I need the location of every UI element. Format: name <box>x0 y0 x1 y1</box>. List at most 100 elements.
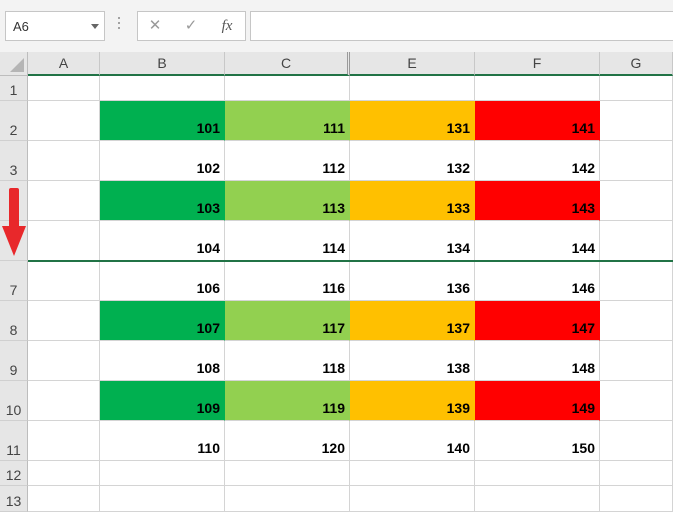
cell[interactable] <box>28 261 100 301</box>
row-header-1[interactable]: 1 <box>0 76 28 101</box>
column-header-e[interactable]: E <box>350 52 475 76</box>
cell[interactable]: 143 <box>475 181 600 221</box>
cell-value: 113 <box>322 200 345 216</box>
select-all-corner[interactable] <box>0 52 28 76</box>
cell[interactable]: 148 <box>475 341 600 381</box>
cell[interactable] <box>600 486 673 512</box>
row-header-3[interactable]: 3 <box>0 141 28 181</box>
cell[interactable] <box>225 76 350 101</box>
row-header-label: 13 <box>5 493 22 509</box>
cell[interactable] <box>475 76 600 101</box>
cell[interactable] <box>600 301 673 341</box>
cell[interactable]: 144 <box>475 221 600 261</box>
cell[interactable] <box>600 341 673 381</box>
cell[interactable] <box>28 76 100 101</box>
cell[interactable]: 116 <box>225 261 350 301</box>
cell[interactable]: 134 <box>350 221 475 261</box>
chevron-down-icon[interactable] <box>91 24 99 29</box>
cell-value: 107 <box>196 320 220 336</box>
cell[interactable]: 118 <box>225 341 350 381</box>
cell[interactable] <box>475 461 600 486</box>
cell[interactable]: 147 <box>475 301 600 341</box>
cell[interactable] <box>28 341 100 381</box>
cell[interactable] <box>28 101 100 141</box>
cell[interactable] <box>28 381 100 421</box>
column-header-c[interactable]: C <box>225 52 350 76</box>
cell[interactable]: 101 <box>100 101 225 141</box>
row-header-2[interactable]: 2 <box>0 101 28 141</box>
cell[interactable]: 149 <box>475 381 600 421</box>
cell[interactable]: 103 <box>100 181 225 221</box>
cell[interactable] <box>225 486 350 512</box>
cell[interactable] <box>600 461 673 486</box>
cell[interactable] <box>600 141 673 181</box>
row-header-13[interactable]: 13 <box>0 486 28 512</box>
cell[interactable]: 106 <box>100 261 225 301</box>
cell[interactable]: 140 <box>350 421 475 461</box>
row-header-8[interactable]: 8 <box>0 301 28 341</box>
column-header-f[interactable]: F <box>475 52 600 76</box>
cell[interactable] <box>100 461 225 486</box>
name-box[interactable]: A6 <box>5 11 105 41</box>
row-header-label: 12 <box>5 467 22 483</box>
cell[interactable]: 104 <box>100 221 225 261</box>
cell[interactable]: 132 <box>350 141 475 181</box>
column-header-g[interactable]: G <box>600 52 673 76</box>
cell[interactable]: 141 <box>475 101 600 141</box>
cell[interactable] <box>100 76 225 101</box>
cell[interactable] <box>600 381 673 421</box>
cell[interactable]: 139 <box>350 381 475 421</box>
cell[interactable]: 110 <box>100 421 225 461</box>
formula-input[interactable] <box>250 11 673 41</box>
cell[interactable] <box>28 301 100 341</box>
cell[interactable] <box>28 486 100 512</box>
cell[interactable] <box>600 76 673 101</box>
row-header-12[interactable]: 12 <box>0 461 28 486</box>
enter-icon[interactable]: ✓ <box>176 12 206 40</box>
column-header-a[interactable]: A <box>28 52 100 76</box>
cell[interactable]: 112 <box>225 141 350 181</box>
cell[interactable]: 107 <box>100 301 225 341</box>
cell[interactable]: 109 <box>100 381 225 421</box>
cell[interactable]: 114 <box>225 221 350 261</box>
row-header-10[interactable]: 10 <box>0 381 28 421</box>
cell[interactable] <box>600 221 673 261</box>
insert-function-icon[interactable]: fx <box>212 12 242 40</box>
cell[interactable]: 120 <box>225 421 350 461</box>
cell[interactable] <box>350 76 475 101</box>
cell[interactable] <box>100 486 225 512</box>
row-header-9[interactable]: 9 <box>0 341 28 381</box>
cell[interactable]: 131 <box>350 101 475 141</box>
cell[interactable] <box>350 486 475 512</box>
cell[interactable]: 117 <box>225 301 350 341</box>
cell[interactable]: 113 <box>225 181 350 221</box>
cell[interactable]: 136 <box>350 261 475 301</box>
cell[interactable] <box>28 221 100 261</box>
cancel-icon[interactable]: ✕ <box>140 12 170 40</box>
cell[interactable] <box>28 421 100 461</box>
cell[interactable] <box>225 461 350 486</box>
cell[interactable]: 119 <box>225 381 350 421</box>
column-header-b[interactable]: B <box>100 52 225 76</box>
cell-value: 111 <box>323 120 345 136</box>
cell[interactable]: 146 <box>475 261 600 301</box>
cell[interactable] <box>600 101 673 141</box>
cell[interactable]: 137 <box>350 301 475 341</box>
cell[interactable]: 111 <box>225 101 350 141</box>
cell[interactable] <box>600 421 673 461</box>
cell[interactable]: 150 <box>475 421 600 461</box>
cell[interactable]: 133 <box>350 181 475 221</box>
cell[interactable]: 138 <box>350 341 475 381</box>
row-header-11[interactable]: 11 <box>0 421 28 461</box>
cell[interactable] <box>28 141 100 181</box>
cell[interactable] <box>600 261 673 301</box>
cell[interactable] <box>475 486 600 512</box>
cell[interactable] <box>28 461 100 486</box>
cell[interactable] <box>350 461 475 486</box>
cell[interactable] <box>600 181 673 221</box>
cell[interactable]: 108 <box>100 341 225 381</box>
row-header-7[interactable]: 7 <box>0 261 28 301</box>
cell[interactable]: 142 <box>475 141 600 181</box>
cell[interactable]: 102 <box>100 141 225 181</box>
cell[interactable] <box>28 181 100 221</box>
